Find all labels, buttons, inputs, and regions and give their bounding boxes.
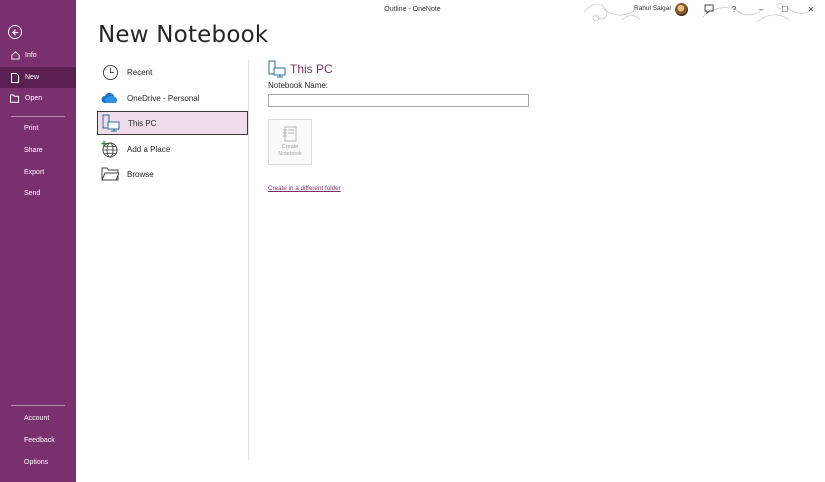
computer-icon [102, 114, 120, 132]
folder-icon [101, 165, 119, 183]
location-add-place[interactable]: Add a Place [97, 137, 248, 161]
create-in-different-folder-link[interactable]: Create in a different folder [268, 185, 341, 192]
create-notebook-button[interactable]: Create Notebook [268, 119, 312, 165]
rail-item-options[interactable]: Options [0, 452, 76, 473]
backstage-rail: Info New Open Print Share Export Send Ac… [0, 0, 76, 482]
rail-item-label: Open [25, 95, 43, 102]
page-title: New Notebook [98, 22, 269, 48]
rail-item-export[interactable]: Export [0, 162, 76, 183]
rail-item-label: New [25, 74, 40, 81]
notebook-name-label: Notebook Name: [268, 81, 329, 90]
new-document-icon [10, 72, 20, 83]
globe-add-icon [101, 140, 119, 158]
pane-divider [248, 60, 249, 460]
maximize-button[interactable]: ☐ [778, 2, 792, 16]
rail-item-send[interactable]: Send [0, 183, 76, 204]
info-icon [10, 51, 20, 61]
location-recent[interactable]: Recent [97, 60, 248, 84]
location-onedrive[interactable]: OneDrive - Personal [97, 86, 248, 110]
rail-divider [11, 405, 65, 406]
clock-icon [101, 63, 119, 81]
rail-item-print[interactable]: Print [0, 118, 76, 139]
onedrive-cloud-icon [101, 89, 119, 107]
rail-divider [11, 116, 65, 117]
user-name[interactable]: Rahul Saigal [634, 5, 671, 12]
rail-item-new[interactable]: New [0, 67, 76, 88]
minimize-button[interactable]: – [754, 2, 768, 16]
pane-title: This PC [268, 60, 333, 78]
notebook-icon [283, 126, 297, 142]
feedback-smile-icon[interactable] [702, 2, 716, 16]
notebook-name-input[interactable] [268, 94, 529, 107]
close-button[interactable]: ✕ [804, 2, 818, 16]
computer-icon [268, 60, 286, 78]
back-arrow-icon[interactable] [8, 25, 22, 39]
location-this-pc[interactable]: This PC [97, 111, 248, 135]
rail-item-share[interactable]: Share [0, 140, 76, 161]
folder-open-icon [10, 94, 20, 104]
rail-item-account[interactable]: Account [0, 408, 76, 429]
rail-item-feedback[interactable]: Feedback [0, 430, 76, 451]
rail-item-label: Info [25, 52, 37, 59]
avatar[interactable] [675, 3, 688, 16]
location-browse[interactable]: Browse [97, 162, 248, 186]
rail-item-info[interactable]: Info [0, 45, 76, 66]
rail-item-open[interactable]: Open [0, 88, 76, 109]
help-button[interactable]: ? [727, 2, 741, 16]
